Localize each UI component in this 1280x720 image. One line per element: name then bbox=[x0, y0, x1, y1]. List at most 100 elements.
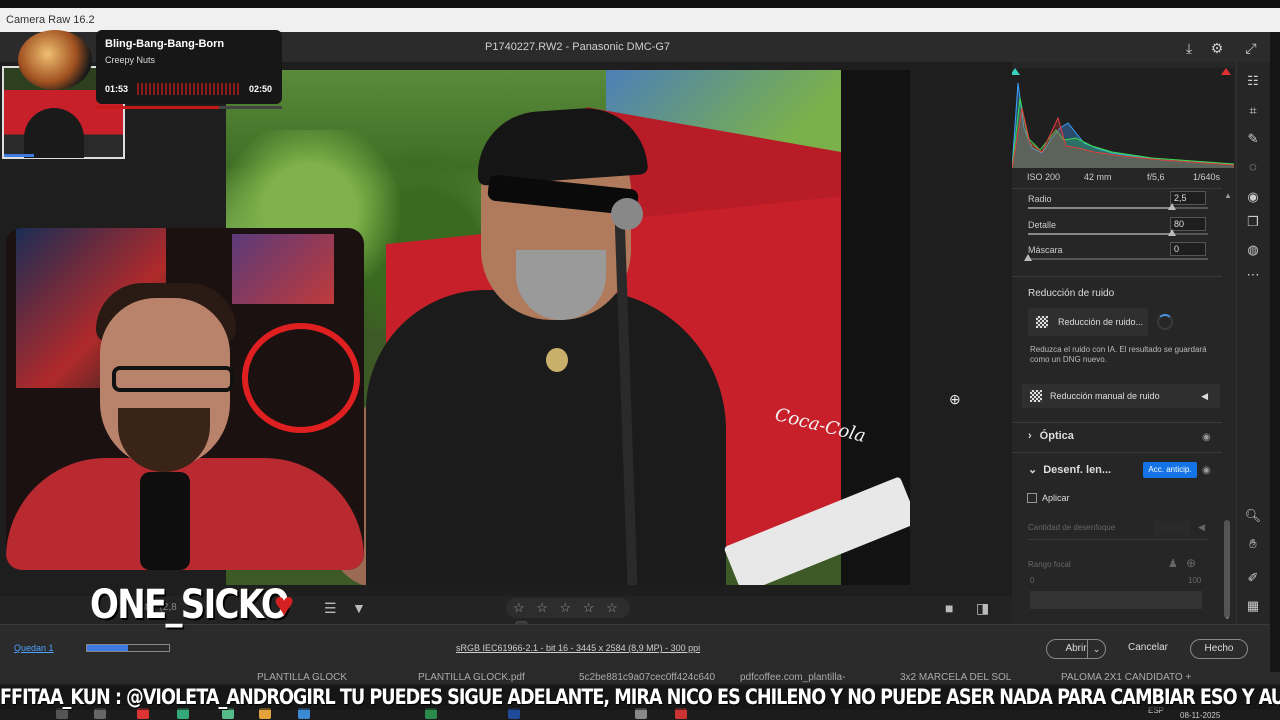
slider-label: Máscara bbox=[1028, 245, 1063, 255]
rating-stars[interactable]: ☆ ☆ ☆ ☆ ☆ bbox=[513, 600, 622, 615]
triangle-left-icon[interactable]: ◀ bbox=[1201, 384, 1208, 408]
chevron-down-icon: ⌄ bbox=[1028, 464, 1038, 476]
ai-denoise-label: Reducción de ruido... bbox=[1058, 317, 1144, 327]
current-time: 01:53 bbox=[105, 84, 129, 94]
lens-blur-section[interactable]: ⌄ Desenf. len... bbox=[1028, 463, 1111, 476]
slider-thumb[interactable] bbox=[1024, 254, 1032, 261]
song-artist: Creepy Nuts bbox=[105, 55, 156, 65]
slider-radio[interactable]: Radio 2,5 bbox=[1028, 191, 1208, 210]
manual-noise-label: Reducción manual de ruido bbox=[1050, 391, 1160, 401]
sort-icon[interactable]: ☰ bbox=[324, 600, 337, 617]
album-art bbox=[18, 30, 92, 90]
slider-label: Detalle bbox=[1028, 220, 1057, 230]
shutter-speed: 1/640s bbox=[1193, 172, 1221, 182]
browser-tab[interactable]: PLANTILLA GLOCK bbox=[257, 672, 347, 683]
noise-description: Reduzca el ruido con IA. El resultado se… bbox=[1030, 345, 1207, 364]
aperture: f/5,6 bbox=[1147, 172, 1165, 182]
focal-range-label: Rango focal bbox=[1028, 560, 1071, 569]
webcam-overlay bbox=[6, 228, 364, 570]
more-icon[interactable]: ⋯ bbox=[1244, 266, 1262, 284]
ticker-text: FFITAA_KUN : @VIOLETA_ANDROGIRL TU PUEDE… bbox=[0, 685, 1280, 709]
music-progress-fill bbox=[96, 106, 219, 109]
hand-icon[interactable]: ✋︎ bbox=[1244, 535, 1262, 553]
zoom-icon[interactable]: 🔍︎ bbox=[1244, 507, 1262, 525]
histogram bbox=[1012, 68, 1234, 168]
snapshots-icon[interactable]: ❐ bbox=[1244, 213, 1262, 231]
slider-fill bbox=[1028, 233, 1172, 235]
slider-detail[interactable]: Detalle 80 bbox=[1028, 217, 1208, 236]
focal-length: 42 mm bbox=[1084, 172, 1112, 182]
filter-icon[interactable]: ▼ bbox=[352, 600, 366, 616]
chevron-right-icon: › bbox=[1028, 430, 1032, 442]
slider-fill bbox=[1028, 207, 1172, 209]
file-name: P1740227.RW2 - Panasonic DMC-G7 bbox=[485, 41, 671, 53]
slider-label: Radio bbox=[1028, 194, 1052, 204]
scroll-down-icon[interactable]: ⌄ bbox=[1224, 612, 1231, 621]
manual-noise-reduction-row[interactable]: Reducción manual de ruido ◀ bbox=[1022, 384, 1220, 408]
crop-icon[interactable]: ⌗ bbox=[1244, 102, 1262, 120]
streamer-name: ONE_SICKO bbox=[90, 582, 290, 628]
queue-progress bbox=[86, 644, 170, 652]
queue-link[interactable]: Quedan 1 bbox=[14, 643, 54, 653]
blur-amount-track bbox=[1028, 539, 1208, 540]
open-button[interactable]: Abrir ⌄ bbox=[1046, 639, 1106, 659]
optics-section[interactable]: › Óptica bbox=[1028, 430, 1074, 442]
depth-map-preview bbox=[1030, 591, 1202, 609]
triangle-left-icon: ◀ bbox=[1198, 522, 1205, 532]
workflow-options-link[interactable]: sRGB IEC61966-2.1 - bit 16 - 3445 x 2584… bbox=[456, 643, 700, 653]
done-button[interactable]: Hecho bbox=[1190, 639, 1248, 659]
denoise-icon bbox=[1036, 316, 1048, 328]
loading-spinner-icon bbox=[1157, 314, 1173, 330]
eye-icon[interactable]: ◉ bbox=[1202, 432, 1211, 443]
slider-thumb[interactable] bbox=[1168, 229, 1176, 236]
eyedropper-icon[interactable]: ✐ bbox=[1244, 569, 1262, 587]
iso-value: ISO 200 bbox=[1027, 172, 1061, 182]
presets-icon[interactable]: ◍ bbox=[1244, 241, 1262, 259]
apply-label: Aplicar bbox=[1042, 493, 1070, 503]
blur-amount-label: Cantidad de desenfoque bbox=[1028, 523, 1116, 532]
browser-tab[interactable]: PLANTILLA GLOCK.pdf bbox=[418, 672, 525, 683]
cancel-button[interactable]: Cancelar bbox=[1120, 639, 1176, 659]
zoom-cursor-icon: ⊕ bbox=[949, 391, 961, 407]
scroll-up-icon[interactable]: ▲ bbox=[1224, 191, 1232, 200]
apply-checkbox[interactable] bbox=[1027, 493, 1037, 503]
fullscreen-icon[interactable]: ⤢ bbox=[1243, 40, 1259, 56]
healing-brush-icon[interactable]: ✎ bbox=[1244, 130, 1262, 148]
gear-icon[interactable]: ⚙ bbox=[1209, 40, 1225, 56]
browser-tab[interactable]: 3x2 MARCELA DEL SOL bbox=[900, 672, 1011, 683]
browser-tab[interactable]: pdfcoffee.com_plantilla- bbox=[740, 672, 845, 683]
masking-icon[interactable]: ◌ bbox=[1244, 158, 1262, 176]
slider-thumb[interactable] bbox=[1168, 203, 1176, 210]
song-title: Bling-Bang-Bang-Born bbox=[105, 38, 225, 50]
waveform bbox=[137, 83, 241, 95]
eye-icon[interactable]: ◉ bbox=[1202, 465, 1211, 476]
scroll-thumb[interactable] bbox=[1224, 520, 1230, 618]
compare-view-icon[interactable]: ◨ bbox=[976, 600, 989, 617]
blur-amount-input bbox=[1155, 521, 1189, 535]
single-view-icon[interactable]: ■ bbox=[945, 600, 953, 616]
top-strip bbox=[0, 0, 1280, 8]
slider-value-input[interactable]: 0 bbox=[1170, 242, 1206, 256]
camera-info: ISO 200 42 mm f/5,6 1/640s bbox=[1012, 172, 1234, 186]
optics-title: Óptica bbox=[1039, 430, 1074, 442]
lens-blur-title: Desenf. len... bbox=[1043, 464, 1112, 476]
early-access-badge: Acc. anticip. bbox=[1143, 462, 1197, 478]
screen-edge bbox=[1270, 32, 1280, 672]
target-icon: ⊕ bbox=[1186, 556, 1197, 570]
music-progress bbox=[96, 106, 282, 109]
edit-sliders-icon[interactable]: ☷ bbox=[1244, 72, 1262, 90]
window-title: Camera Raw 16.2 bbox=[0, 8, 1280, 32]
range-max: 100 bbox=[1188, 576, 1202, 585]
star-rating[interactable]: ☆ ☆ ☆ ☆ ☆ 🗑 bbox=[506, 598, 630, 635]
save-icon[interactable]: ⤓ bbox=[1181, 40, 1197, 56]
slider-mask[interactable]: Máscara 0 bbox=[1024, 242, 1208, 261]
slider-track[interactable] bbox=[1028, 258, 1208, 260]
browser-tab[interactable]: 5c2be881c9a07cec0ff424c640 bbox=[579, 672, 715, 683]
chevron-down-icon[interactable]: ⌄ bbox=[1087, 640, 1105, 658]
queue-progress-fill bbox=[87, 645, 128, 651]
browser-tab[interactable]: PALOMA 2X1 CANDIDATO + bbox=[1061, 672, 1191, 683]
red-eye-icon[interactable]: ◉ bbox=[1244, 188, 1262, 206]
grid-icon[interactable]: ▦ bbox=[1244, 597, 1262, 615]
taskbar-date[interactable]: 08-11-2025 bbox=[1180, 711, 1220, 720]
ai-denoise-button[interactable]: Reducción de ruido... bbox=[1028, 308, 1148, 336]
